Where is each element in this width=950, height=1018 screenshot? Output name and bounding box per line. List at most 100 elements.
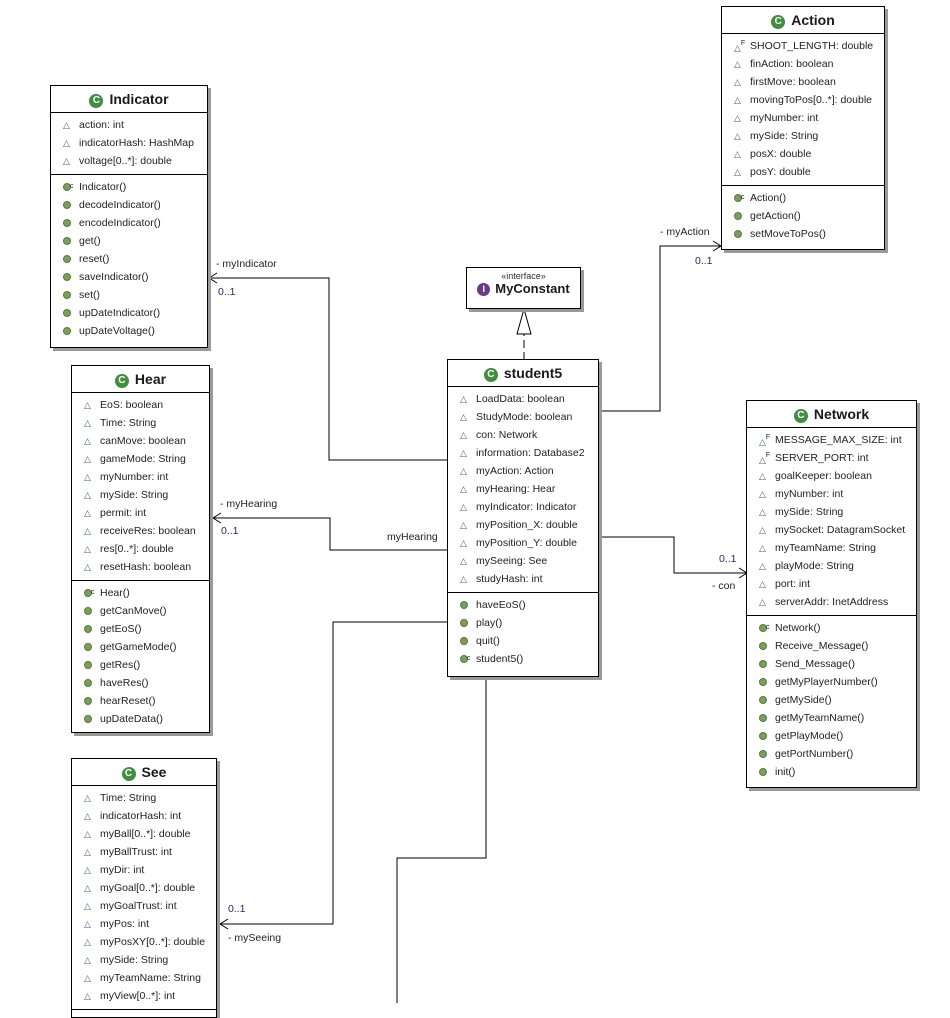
attribute-row[interactable]: △ serverAddr: InetAddress [747, 593, 916, 611]
attribute-row[interactable]: △ EoS: boolean [72, 396, 209, 414]
attribute-row[interactable]: △ firstMove: boolean [722, 73, 884, 91]
attribute-row[interactable]: △ information: Database2 [448, 444, 598, 462]
class-see[interactable]: C See △ Time: String △ indicatorHash: int △ myB… [71, 758, 217, 1018]
attribute-row[interactable]: △F SHOOT_LENGTH: double [722, 37, 884, 55]
operation-row[interactable]: c Indicator() [51, 178, 207, 196]
attribute-row[interactable]: △ res[0..*]: double [72, 540, 209, 558]
attribute-row[interactable]: △ action: int [51, 116, 207, 134]
attribute-row[interactable]: △ myBall[0..*]: double [72, 825, 216, 843]
operation-row[interactable]: c student5() [448, 650, 598, 668]
operation-row[interactable]: set() [51, 286, 207, 304]
attribute-row[interactable]: △ mySide: String [72, 951, 216, 969]
operation-compartment: c Indicator() decodeIndicator() encodeIndic… [51, 175, 207, 344]
attribute-row[interactable]: △ indicatorHash: HashMap [51, 134, 207, 152]
attribute-row[interactable]: △ mySeeing: See [448, 552, 598, 570]
operation-row[interactable]: getPlayMode() [747, 727, 916, 745]
attribute-row[interactable]: △ myTeamName: String [747, 539, 916, 557]
operation-row[interactable]: c Hear() [72, 584, 209, 602]
attribute-row[interactable]: △ myView[0..*]: int [72, 987, 216, 1005]
attribute-row[interactable]: △ Time: String [72, 414, 209, 432]
attribute-row[interactable]: △ gameMode: String [72, 450, 209, 468]
attribute-row[interactable]: △ myNumber: int [72, 468, 209, 486]
attribute-row[interactable]: △ mySide: String [72, 486, 209, 504]
class-network[interactable]: C Network △F MESSAGE_MAX_SIZE: int △F SERVER_… [746, 400, 917, 788]
operation-row[interactable]: getEoS() [72, 620, 209, 638]
operation-row[interactable]: getAction() [722, 207, 884, 225]
attribute-row[interactable]: △ myBallTrust: int [72, 843, 216, 861]
operation-row[interactable]: getRes() [72, 656, 209, 674]
attribute-row[interactable]: △ myNumber: int [747, 485, 916, 503]
attribute-row[interactable]: △ posY: double [722, 163, 884, 181]
attribute-row[interactable]: △ myAction: Action [448, 462, 598, 480]
operation-row[interactable]: init() [747, 763, 916, 781]
attribute-row[interactable]: △ myGoal[0..*]: double [72, 879, 216, 897]
operation-row[interactable]: c Network() [747, 619, 916, 637]
attribute-row[interactable]: △ finAction: boolean [722, 55, 884, 73]
attribute-row[interactable]: △ posX: double [722, 145, 884, 163]
operation-row[interactable]: decodeIndicator() [51, 196, 207, 214]
operation-row[interactable]: getPortNumber() [747, 745, 916, 763]
operation-row[interactable]: upDateVoltage() [51, 322, 207, 340]
operation-row[interactable]: setMoveToPos() [722, 225, 884, 243]
attribute-compartment: △F SHOOT_LENGTH: double △ finAction: boolea… [722, 34, 884, 186]
class-action[interactable]: C Action △F SHOOT_LENGTH: double △ finAction:… [721, 6, 885, 250]
attribute-row[interactable]: △ mySide: String [747, 503, 916, 521]
operation-row[interactable]: play() [448, 614, 598, 632]
operation-row[interactable]: upDateData() [72, 710, 209, 728]
operation-row[interactable]: encodeIndicator() [51, 214, 207, 232]
class-student5[interactable]: Cstudent5 △ LoadData: boolean △ StudyMode: b… [447, 359, 599, 677]
operation-row[interactable]: hearReset() [72, 692, 209, 710]
operation-row[interactable]: haveRes() [72, 674, 209, 692]
attribute-row[interactable]: △ Time: String [72, 789, 216, 807]
attribute-row[interactable]: △F SERVER_PORT: int [747, 449, 916, 467]
attribute-row[interactable]: △ goalKeeper: boolean [747, 467, 916, 485]
attribute-row[interactable]: △ myTeamName: String [72, 969, 216, 987]
operation-row[interactable]: quit() [448, 632, 598, 650]
operation-row[interactable]: c Action() [722, 189, 884, 207]
operation-row[interactable]: Send_Message() [747, 655, 916, 673]
operation-row[interactable]: getMyTeamName() [747, 709, 916, 727]
operation-row[interactable]: getMySide() [747, 691, 916, 709]
attribute-row[interactable]: △ canMove: boolean [72, 432, 209, 450]
attribute-row[interactable]: △ resetHash: boolean [72, 558, 209, 576]
attribute-row[interactable]: △ StudyMode: boolean [448, 408, 598, 426]
operation-text: getCanMove() [100, 605, 167, 617]
attribute-row[interactable]: △ myIndicator: Indicator [448, 498, 598, 516]
operation-text: getGameMode() [100, 641, 177, 653]
attribute-row[interactable]: △ mySocket: DatagramSocket [747, 521, 916, 539]
operation-row[interactable]: get() [51, 232, 207, 250]
operation-row[interactable]: reset() [51, 250, 207, 268]
operation-row[interactable]: getCanMove() [72, 602, 209, 620]
operation-row[interactable]: upDateIndicator() [51, 304, 207, 322]
attribute-row[interactable]: △ myPosition_Y: double [448, 534, 598, 552]
operation-row[interactable]: getMyPlayerNumber() [747, 673, 916, 691]
attribute-row[interactable]: △ con: Network [448, 426, 598, 444]
attribute-row[interactable]: △ myPosXY[0..*]: double [72, 933, 216, 951]
attribute-row[interactable]: △ playMode: String [747, 557, 916, 575]
operation-row[interactable]: Receive_Message() [747, 637, 916, 655]
attribute-row[interactable]: △ movingToPos[0..*]: double [722, 91, 884, 109]
attribute-row[interactable]: △ indicatorHash: int [72, 807, 216, 825]
attribute-row[interactable]: △F MESSAGE_MAX_SIZE: int [747, 431, 916, 449]
attribute-row[interactable]: △ myHearing: Hear [448, 480, 598, 498]
attribute-row[interactable]: △ myDir: int [72, 861, 216, 879]
attribute-row[interactable]: △ port: int [747, 575, 916, 593]
attribute-row[interactable]: △ permit: int [72, 504, 209, 522]
attribute-row[interactable]: △ LoadData: boolean [448, 390, 598, 408]
attribute-row[interactable]: △ voltage[0..*]: double [51, 152, 207, 170]
operation-row[interactable]: haveEoS() [448, 596, 598, 614]
package-field-icon: △ [84, 829, 91, 839]
attribute-row[interactable]: △ studyHash: int [448, 570, 598, 588]
attribute-row[interactable]: △ mySide: String [722, 127, 884, 145]
attribute-row[interactable]: △ receiveRes: boolean [72, 522, 209, 540]
attribute-row[interactable]: △ myPos: int [72, 915, 216, 933]
operation-row[interactable]: getGameMode() [72, 638, 209, 656]
class-icon: C [793, 409, 808, 423]
interface-myconstant[interactable]: «interface» I MyConstant [466, 267, 581, 309]
attribute-row[interactable]: △ myNumber: int [722, 109, 884, 127]
operation-row[interactable]: saveIndicator() [51, 268, 207, 286]
class-hear[interactable]: C Hear △ EoS: boolean △ Time: String △ canMove:… [71, 365, 210, 733]
attribute-row[interactable]: △ myPosition_X: double [448, 516, 598, 534]
class-indicator[interactable]: C Indicator △ action: int △ indicatorHash: Ha… [50, 85, 208, 348]
attribute-row[interactable]: △ myGoalTrust: int [72, 897, 216, 915]
